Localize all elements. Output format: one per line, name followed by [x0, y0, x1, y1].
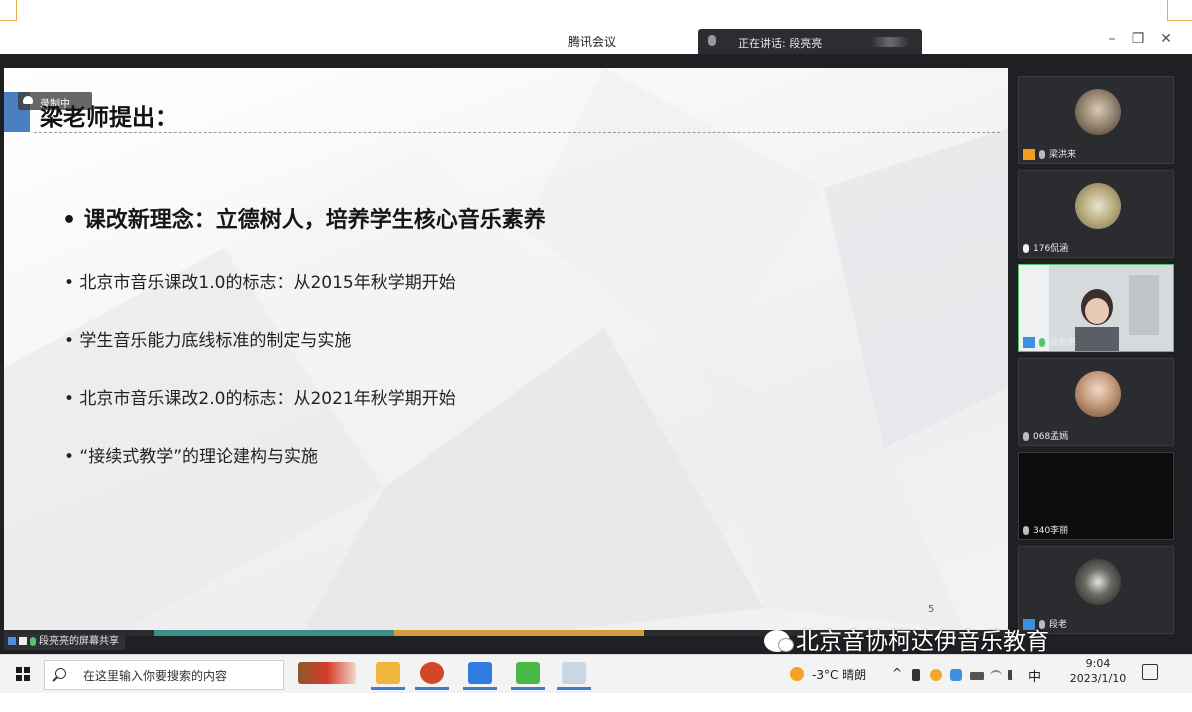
taskbar-clock[interactable]: 9:04 2023/1/10: [1066, 656, 1130, 686]
heading-divider: [34, 132, 1000, 133]
taskbar-search-input[interactable]: 在这里输入你要搜索的内容: [44, 660, 284, 690]
volume-icon[interactable]: [1008, 670, 1022, 680]
participant-name: 段亮亮: [1049, 338, 1077, 348]
active-app-indicator: [463, 687, 497, 690]
notification-icon[interactable]: [1142, 664, 1158, 680]
user-icon: [1023, 337, 1035, 348]
host-badge-icon: [1023, 149, 1035, 160]
microphone-icon: [30, 636, 36, 646]
security-icon[interactable]: [950, 669, 962, 681]
avatar: [1075, 183, 1121, 229]
taskbar-pinned-app-icon[interactable]: [298, 662, 356, 684]
file-explorer-icon[interactable]: [376, 662, 400, 684]
search-placeholder: 在这里输入你要搜索的内容: [83, 669, 228, 683]
participant-tile[interactable]: 340李丽: [1018, 452, 1174, 540]
active-app-indicator: [511, 687, 545, 690]
watermark-text: 北京音协柯达伊音乐教育: [796, 629, 1049, 655]
battery-icon[interactable]: [970, 672, 984, 680]
tencent-meeting-icon[interactable]: [468, 662, 492, 684]
active-app-indicator: [415, 687, 449, 690]
screen-icon: [19, 637, 27, 645]
qq-icon[interactable]: [930, 669, 942, 681]
bullet-item: • 北京市音乐课改2.0的标志：从2021年秋学期开始: [64, 389, 456, 409]
shared-slide: 录制中 梁老师提出： • 课改新理念：立德树人，培养学生核心音乐素养 • 北京市…: [4, 68, 1008, 630]
avatar: [1075, 371, 1121, 417]
participant-name: 梁洪来: [1049, 150, 1077, 160]
active-app-indicator: [371, 687, 405, 690]
microphone-active-icon: [1039, 338, 1045, 347]
screen-share-text: 段亮亮的屏幕共享: [39, 636, 119, 647]
wechat-logo-icon: [764, 630, 794, 652]
minimize-button[interactable]: –: [1102, 31, 1122, 47]
microphone-icon: [708, 35, 716, 46]
progress-segment-orange: [394, 630, 644, 636]
participant-tile[interactable]: 176侃涵: [1018, 170, 1174, 258]
avatar: [1075, 559, 1121, 605]
paint-icon[interactable]: [562, 662, 586, 684]
wifi-icon[interactable]: [990, 670, 1002, 682]
slide-heading: 梁老师提出：: [40, 105, 178, 131]
clock-time: 9:04: [1085, 657, 1111, 670]
avatar: [1075, 89, 1121, 135]
corner-ornament-left: [0, 0, 17, 21]
slide-page-number: 5: [928, 604, 935, 615]
participant-name: 176侃涵: [1033, 244, 1069, 254]
wechat-icon[interactable]: [516, 662, 540, 684]
microphone-icon: [1023, 244, 1029, 253]
tray-chevron-icon[interactable]: ^: [892, 666, 902, 680]
participant-video-tile[interactable]: 段亮亮: [1018, 264, 1174, 352]
cloud-icon: [23, 96, 33, 104]
usb-icon[interactable]: [912, 669, 920, 681]
participant-tile[interactable]: 梁洪来: [1018, 76, 1174, 164]
corner-ornament-right: [1167, 0, 1192, 21]
bullet-item: • 学生音乐能力底线标准的制定与实施: [64, 331, 352, 351]
weather-sun-icon[interactable]: [790, 667, 804, 681]
progress-segment-teal: [154, 630, 394, 636]
windows-start-icon[interactable]: [16, 667, 30, 681]
main-bullet: • 课改新理念：立德树人，培养学生核心音乐素养: [62, 208, 546, 233]
speaking-label: 正在讲话: 段亮亮: [738, 37, 823, 50]
screen-share-label[interactable]: 段亮亮的屏幕共享: [4, 634, 125, 650]
clock-date: 2023/1/10: [1069, 672, 1127, 685]
participant-name: 340李丽: [1033, 526, 1069, 536]
microphone-icon: [1023, 432, 1029, 441]
microphone-icon: [1039, 150, 1045, 159]
close-button[interactable]: ✕: [1156, 31, 1176, 47]
participant-tile[interactable]: 068孟嫣: [1018, 358, 1174, 446]
search-icon: [55, 668, 66, 679]
participant-name: 068孟嫣: [1033, 432, 1069, 442]
ime-indicator[interactable]: 中: [1028, 666, 1041, 685]
participant-name: 段老: [1049, 620, 1068, 630]
volume-wave-icon: [870, 37, 910, 47]
weather-text[interactable]: -3°C 晴朗: [812, 666, 866, 683]
restore-button[interactable]: ❐: [1128, 31, 1148, 47]
watermark: 北京音协柯达伊音乐教育: [764, 622, 1049, 656]
active-app-indicator: [557, 687, 591, 690]
bullet-item: • 北京市音乐课改1.0的标志：从2015年秋学期开始: [64, 273, 456, 293]
user-icon: [8, 637, 16, 645]
speaking-indicator: 正在讲话: 段亮亮: [698, 29, 922, 55]
app-title: 腾讯会议: [568, 35, 617, 49]
bullet-item: • “接续式教学”的理论建构与实施: [64, 447, 319, 467]
powerpoint-icon[interactable]: [420, 662, 444, 684]
participant-tile[interactable]: 段老: [1018, 546, 1174, 634]
microphone-icon: [1023, 526, 1029, 535]
